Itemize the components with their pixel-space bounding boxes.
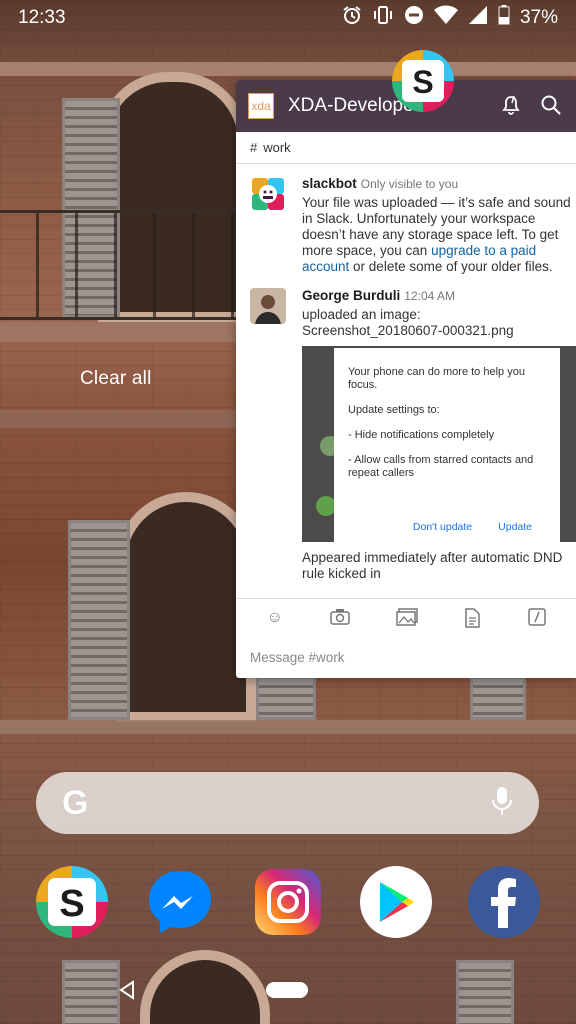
slack-dock-icon[interactable]: S: [36, 866, 108, 938]
message-text: uploaded an image:: [302, 307, 421, 322]
message-caption-row: Appeared immediately after automatic DND…: [250, 550, 576, 582]
notification-bell-icon[interactable]: [500, 94, 524, 118]
play-store-icon[interactable]: [360, 866, 432, 938]
message-input[interactable]: Message #work: [250, 650, 345, 665]
channel-bar[interactable]: # work: [236, 132, 576, 164]
slash-command-icon[interactable]: [527, 607, 547, 628]
dnd-icon: [404, 5, 424, 31]
hash-icon: #: [250, 140, 258, 155]
gallery-icon[interactable]: [396, 607, 418, 628]
svg-text:S: S: [59, 883, 84, 925]
navigation-bar: [0, 966, 576, 1016]
battery-percent: 37%: [519, 7, 558, 28]
dialog-text: Update settings to:: [348, 404, 440, 416]
message-caption: Appeared immediately after automatic DND…: [302, 550, 563, 581]
svg-text:S: S: [412, 64, 433, 100]
app-dock: S: [0, 866, 576, 946]
dialog-text: Your phone can do more to help you focus…: [348, 366, 525, 391]
signal-icon: [468, 5, 488, 31]
google-search-bar[interactable]: G: [36, 772, 539, 834]
image-attachment[interactable]: Your phone can do more to help you focus…: [302, 346, 576, 542]
message-time: 12:04 AM: [404, 289, 455, 303]
vibrate-icon: [372, 5, 394, 31]
facebook-icon[interactable]: [468, 866, 540, 938]
message-text-end: or delete some of your older files.: [349, 259, 553, 274]
message-slackbot: slackbot Only visible to you Your file wa…: [250, 176, 576, 275]
alarm-icon: [342, 5, 362, 31]
composer-toolbar: ☺: [236, 598, 576, 636]
instagram-icon[interactable]: [252, 866, 324, 938]
workspace-logo[interactable]: xda: [248, 93, 274, 119]
dialog-text: - Hide notifications completely: [348, 429, 495, 441]
home-pill[interactable]: [266, 982, 308, 998]
clear-all-button[interactable]: Clear all: [80, 368, 152, 390]
update-button: Update: [498, 521, 532, 533]
battery-icon: [498, 5, 510, 31]
google-logo[interactable]: G: [62, 784, 491, 823]
workspace-name[interactable]: XDA-Developers: [288, 95, 484, 117]
mic-icon[interactable]: [491, 786, 513, 821]
message-meta: Only visible to you: [360, 177, 459, 191]
messenger-icon[interactable]: [144, 866, 216, 938]
message-author[interactable]: George Burduli: [302, 288, 400, 303]
channel-name: work: [263, 140, 291, 155]
file-name[interactable]: Screenshot_20180607-000321.png: [302, 323, 576, 339]
file-icon[interactable]: [462, 607, 482, 628]
dialog-text: - Allow calls from starred contacts and …: [348, 454, 534, 479]
slackbot-avatar[interactable]: [250, 176, 286, 212]
george-avatar[interactable]: [250, 288, 286, 324]
dont-update-button: Don't update: [412, 521, 473, 533]
emoji-icon[interactable]: ☺: [265, 608, 285, 628]
slack-app-icon[interactable]: S: [392, 50, 454, 112]
wifi-icon: [433, 5, 458, 31]
camera-icon[interactable]: [330, 608, 351, 628]
search-icon[interactable]: [540, 94, 564, 118]
clock: 12:33: [18, 7, 66, 28]
message-george: George Burduli 12:04 AM uploaded an image…: [250, 288, 576, 339]
dnd-dialog-preview: Your phone can do more to help you focus…: [334, 348, 560, 542]
message-author[interactable]: slackbot: [302, 176, 357, 191]
status-bar: 12:33 37%: [0, 0, 576, 36]
back-icon[interactable]: [118, 980, 136, 1005]
